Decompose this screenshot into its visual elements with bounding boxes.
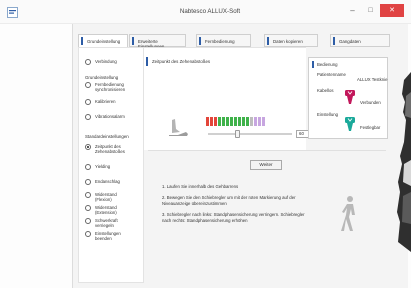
bedienung-label: Bedienung <box>317 62 338 67</box>
level-segment <box>218 117 221 126</box>
walking-person-icon <box>341 196 355 231</box>
app-window: Nabtesco ALLUX-Soft – □ ✕ Grundeinstellu… <box>0 0 411 288</box>
radio-button[interactable] <box>85 218 91 224</box>
slider-track[interactable] <box>208 133 292 135</box>
radio-button[interactable] <box>85 114 91 120</box>
radio-button[interactable] <box>85 179 91 185</box>
radio-button[interactable] <box>85 231 91 237</box>
tab-label: Fernbedienung <box>205 39 235 44</box>
tab-erweiterte-einstellungen[interactable]: Erweiterte Einstellungen <box>129 34 186 49</box>
level-indicator <box>206 117 266 126</box>
sidebar-heading-standardeinstellungen: Standardeinstellungen <box>85 134 129 139</box>
sidebar-item-label: Yielding <box>95 164 111 169</box>
tab-gangdaten[interactable]: Gangdaten <box>330 34 390 47</box>
instructions-text: 1. Laufen Sie innerhalb des Gehbarrens 2… <box>162 184 312 229</box>
radio-button[interactable] <box>85 205 91 211</box>
info-accent <box>312 61 314 68</box>
tab-accent <box>132 37 134 45</box>
sidebar-item-label: Kalibrieren <box>95 99 116 104</box>
level-segment <box>250 117 253 126</box>
sidebar-item-endanschlag[interactable]: Endanschlag <box>85 179 120 185</box>
level-segment <box>258 117 261 126</box>
slider-handle[interactable] <box>235 130 241 138</box>
sidebar-item-label: Verbindung <box>95 59 117 64</box>
level-segment <box>238 117 241 126</box>
tab-label: Grundeinstellung <box>87 39 121 44</box>
tab-accent <box>267 37 269 45</box>
maximize-button[interactable]: □ <box>362 4 379 17</box>
weiter-button[interactable]: Weiter <box>250 160 282 170</box>
radio-button[interactable] <box>85 82 91 88</box>
einstellung-status: Festlegbar <box>360 125 381 130</box>
level-segment <box>242 117 245 126</box>
radio-button[interactable] <box>85 99 91 105</box>
wireless-connected-icon <box>345 90 355 104</box>
level-segment <box>214 117 217 126</box>
patientenname-label: Patientenname <box>317 72 346 77</box>
panel-title: Zeitpunkt des Zehenabstoßes <box>152 59 211 64</box>
level-segment <box>226 117 229 126</box>
sidebar-item-zeitpunkt[interactable]: Zeitpunkt des Zehenabstoßes <box>85 144 135 154</box>
sidebar-item-label: Widerstand (Extension) <box>95 205 117 215</box>
tab-daten-kopieren[interactable]: Daten kopieren <box>264 34 318 47</box>
einstellung-label: Einstellung <box>317 112 339 117</box>
sidebar-item-label: Zeitpunkt des Zehenabstoßes <box>95 144 125 154</box>
tab-grundeinstellung[interactable]: Grundeinstellung <box>78 34 128 48</box>
radio-button-selected[interactable] <box>85 144 91 150</box>
level-segment <box>246 117 249 126</box>
sidebar-item-label: Fernbedienung synchronisieren <box>95 82 126 92</box>
instruction-step-3: 3. Schiebregler nach links: Standphasens… <box>162 211 305 223</box>
patientenname-value: ALLUX Testknie <box>357 77 388 82</box>
sidebar-item-vibrationsalarm[interactable]: Vibrationsalarm <box>85 114 125 120</box>
radio-button[interactable] <box>85 192 91 198</box>
sidebar-item-label: Schwerkraft verriegeln <box>95 218 118 228</box>
sidebar-item-label: Widerstand (Flexion) <box>95 192 117 202</box>
minimize-button[interactable]: – <box>344 4 361 17</box>
tab-accent <box>199 37 201 45</box>
setting-lock-icon <box>345 117 355 131</box>
tab-label: Gangdaten <box>339 39 361 44</box>
level-segment <box>206 117 209 126</box>
sidebar-item-schwerkraft[interactable]: Schwerkraft verriegeln <box>85 218 131 228</box>
instruction-step-1: 1. Laufen Sie innerhalb des Gehbarrens <box>162 184 239 189</box>
level-segment <box>222 117 225 126</box>
level-segment <box>262 117 265 126</box>
tab-accent <box>81 37 83 45</box>
sidebar-item-label: Endanschlag <box>95 179 120 184</box>
instruction-step-2: 2. Bewegen Sie den Schiebregler um mit d… <box>162 195 296 206</box>
level-segment <box>234 117 237 126</box>
sidebar-item-einstellungen-beenden[interactable]: Einstellungen beenden <box>85 231 131 241</box>
close-button[interactable]: ✕ <box>380 4 404 17</box>
tab-label: Daten kopieren <box>273 39 303 44</box>
foot-icon <box>169 119 188 136</box>
tab-accent <box>333 37 335 45</box>
window-title: Nabtesco ALLUX-Soft <box>179 8 241 15</box>
radio-button[interactable] <box>85 59 91 65</box>
sidebar-item-yielding[interactable]: Yielding <box>85 164 110 170</box>
level-segment <box>230 117 233 126</box>
level-segment <box>254 117 257 126</box>
sidebar-item-label: Vibrationsalarm <box>95 114 125 119</box>
sidebar-item-label: Einstellungen beenden <box>95 231 121 241</box>
prosthetic-knee-image <box>397 72 411 252</box>
sidebar-item-verbindung[interactable]: Verbindung <box>85 59 117 65</box>
sidebar-item-widerstand-flexion[interactable]: Widerstand (Flexion) <box>85 192 131 202</box>
panel-divider <box>148 150 386 151</box>
kabellos-label: Kabellos <box>317 88 334 93</box>
sidebar-item-fernbedienung-sync[interactable]: Fernbedienung synchronisieren <box>85 82 135 92</box>
sidebar-item-widerstand-extension[interactable]: Widerstand (Extension) <box>85 205 131 215</box>
title-bar: Nabtesco ALLUX-Soft – □ ✕ <box>0 0 411 24</box>
sidebar-heading-grundeinstellung: Grundeinstellung <box>85 75 119 80</box>
panel-accent <box>146 57 148 66</box>
tab-fernbedienung[interactable]: Fernbedienung <box>196 34 251 47</box>
level-segment <box>210 117 213 126</box>
radio-button[interactable] <box>85 164 91 170</box>
app-icon <box>7 7 18 18</box>
sidebar-item-kalibrieren[interactable]: Kalibrieren <box>85 99 116 105</box>
kabellos-status: Verbunden <box>360 100 381 105</box>
